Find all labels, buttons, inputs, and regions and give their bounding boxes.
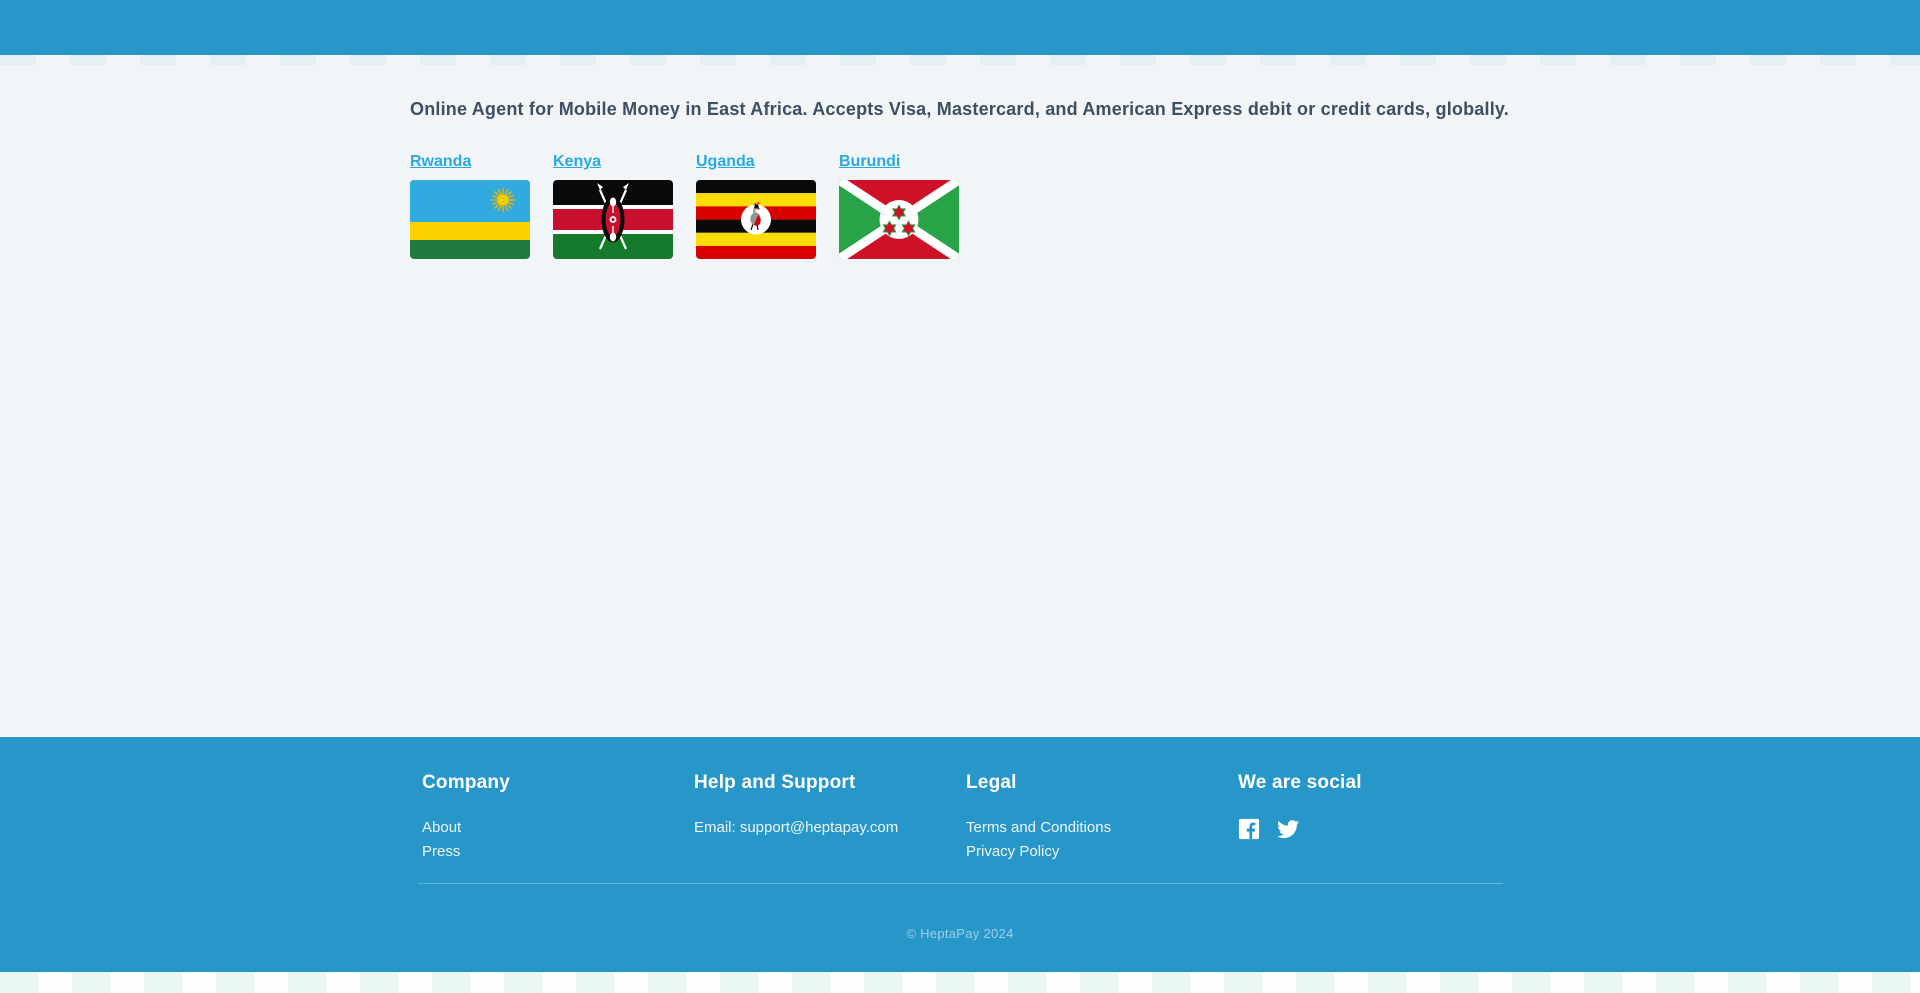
footer-col-social: We are social <box>1238 772 1510 864</box>
page: Online Agent for Mobile Money in East Af… <box>0 0 1920 993</box>
list-item: About <box>422 816 694 840</box>
page-tagline: Online Agent for Mobile Money in East Af… <box>410 99 1509 119</box>
country-link-uganda[interactable]: Uganda <box>696 153 755 171</box>
footer-heading-company: Company <box>422 772 510 793</box>
list-item: Privacy Policy <box>966 840 1238 864</box>
list-item: Press <box>422 840 694 864</box>
footer-link-privacy[interactable]: Privacy Policy <box>966 843 1059 860</box>
country-rwanda: Rwanda <box>410 153 530 259</box>
country-uganda: Uganda <box>696 153 816 259</box>
country-link-burundi[interactable]: Burundi <box>839 153 900 171</box>
country-link-kenya[interactable]: Kenya <box>553 153 601 171</box>
burundi-flag-icon[interactable] <box>839 180 959 259</box>
country-list: Rwanda Kenya Uganda Burundi <box>410 153 1510 259</box>
footer-columns: Company About Press Help and Support Ema… <box>422 772 1510 864</box>
footer-link-press[interactable]: Press <box>422 843 460 860</box>
uganda-flag-icon[interactable] <box>696 180 816 259</box>
footer-col-company: Company About Press <box>422 772 694 864</box>
footer-link-about[interactable]: About <box>422 819 461 836</box>
copyright-text: © HeptaPay 2024 <box>906 926 1014 941</box>
header-texture-strip <box>0 55 1920 65</box>
footer-link-support-email[interactable]: Email: support@heptapay.com <box>694 819 898 836</box>
main-content: Online Agent for Mobile Money in East Af… <box>0 65 1920 737</box>
footer-col-help-support: Help and Support Email: support@heptapay… <box>694 772 966 864</box>
list-item: Terms and Conditions <box>966 816 1238 840</box>
page-footer: Company About Press Help and Support Ema… <box>0 737 1920 972</box>
facebook-icon[interactable] <box>1238 818 1260 840</box>
footer-heading-help-support: Help and Support <box>694 772 856 793</box>
footer-heading-legal: Legal <box>966 772 1017 793</box>
country-burundi: Burundi <box>839 153 959 259</box>
list-item: Email: support@heptapay.com <box>694 816 966 840</box>
footer-heading-social: We are social <box>1238 772 1362 793</box>
bottom-texture-strip <box>0 972 1920 993</box>
top-header-bar <box>0 0 1920 55</box>
footer-col-legal: Legal Terms and Conditions Privacy Polic… <box>966 772 1238 864</box>
footer-link-terms[interactable]: Terms and Conditions <box>966 819 1111 836</box>
country-link-rwanda[interactable]: Rwanda <box>410 153 471 171</box>
twitter-icon[interactable] <box>1276 818 1299 840</box>
rwanda-flag-icon[interactable] <box>410 180 530 259</box>
country-kenya: Kenya <box>553 153 673 259</box>
kenya-flag-icon[interactable] <box>553 180 673 259</box>
